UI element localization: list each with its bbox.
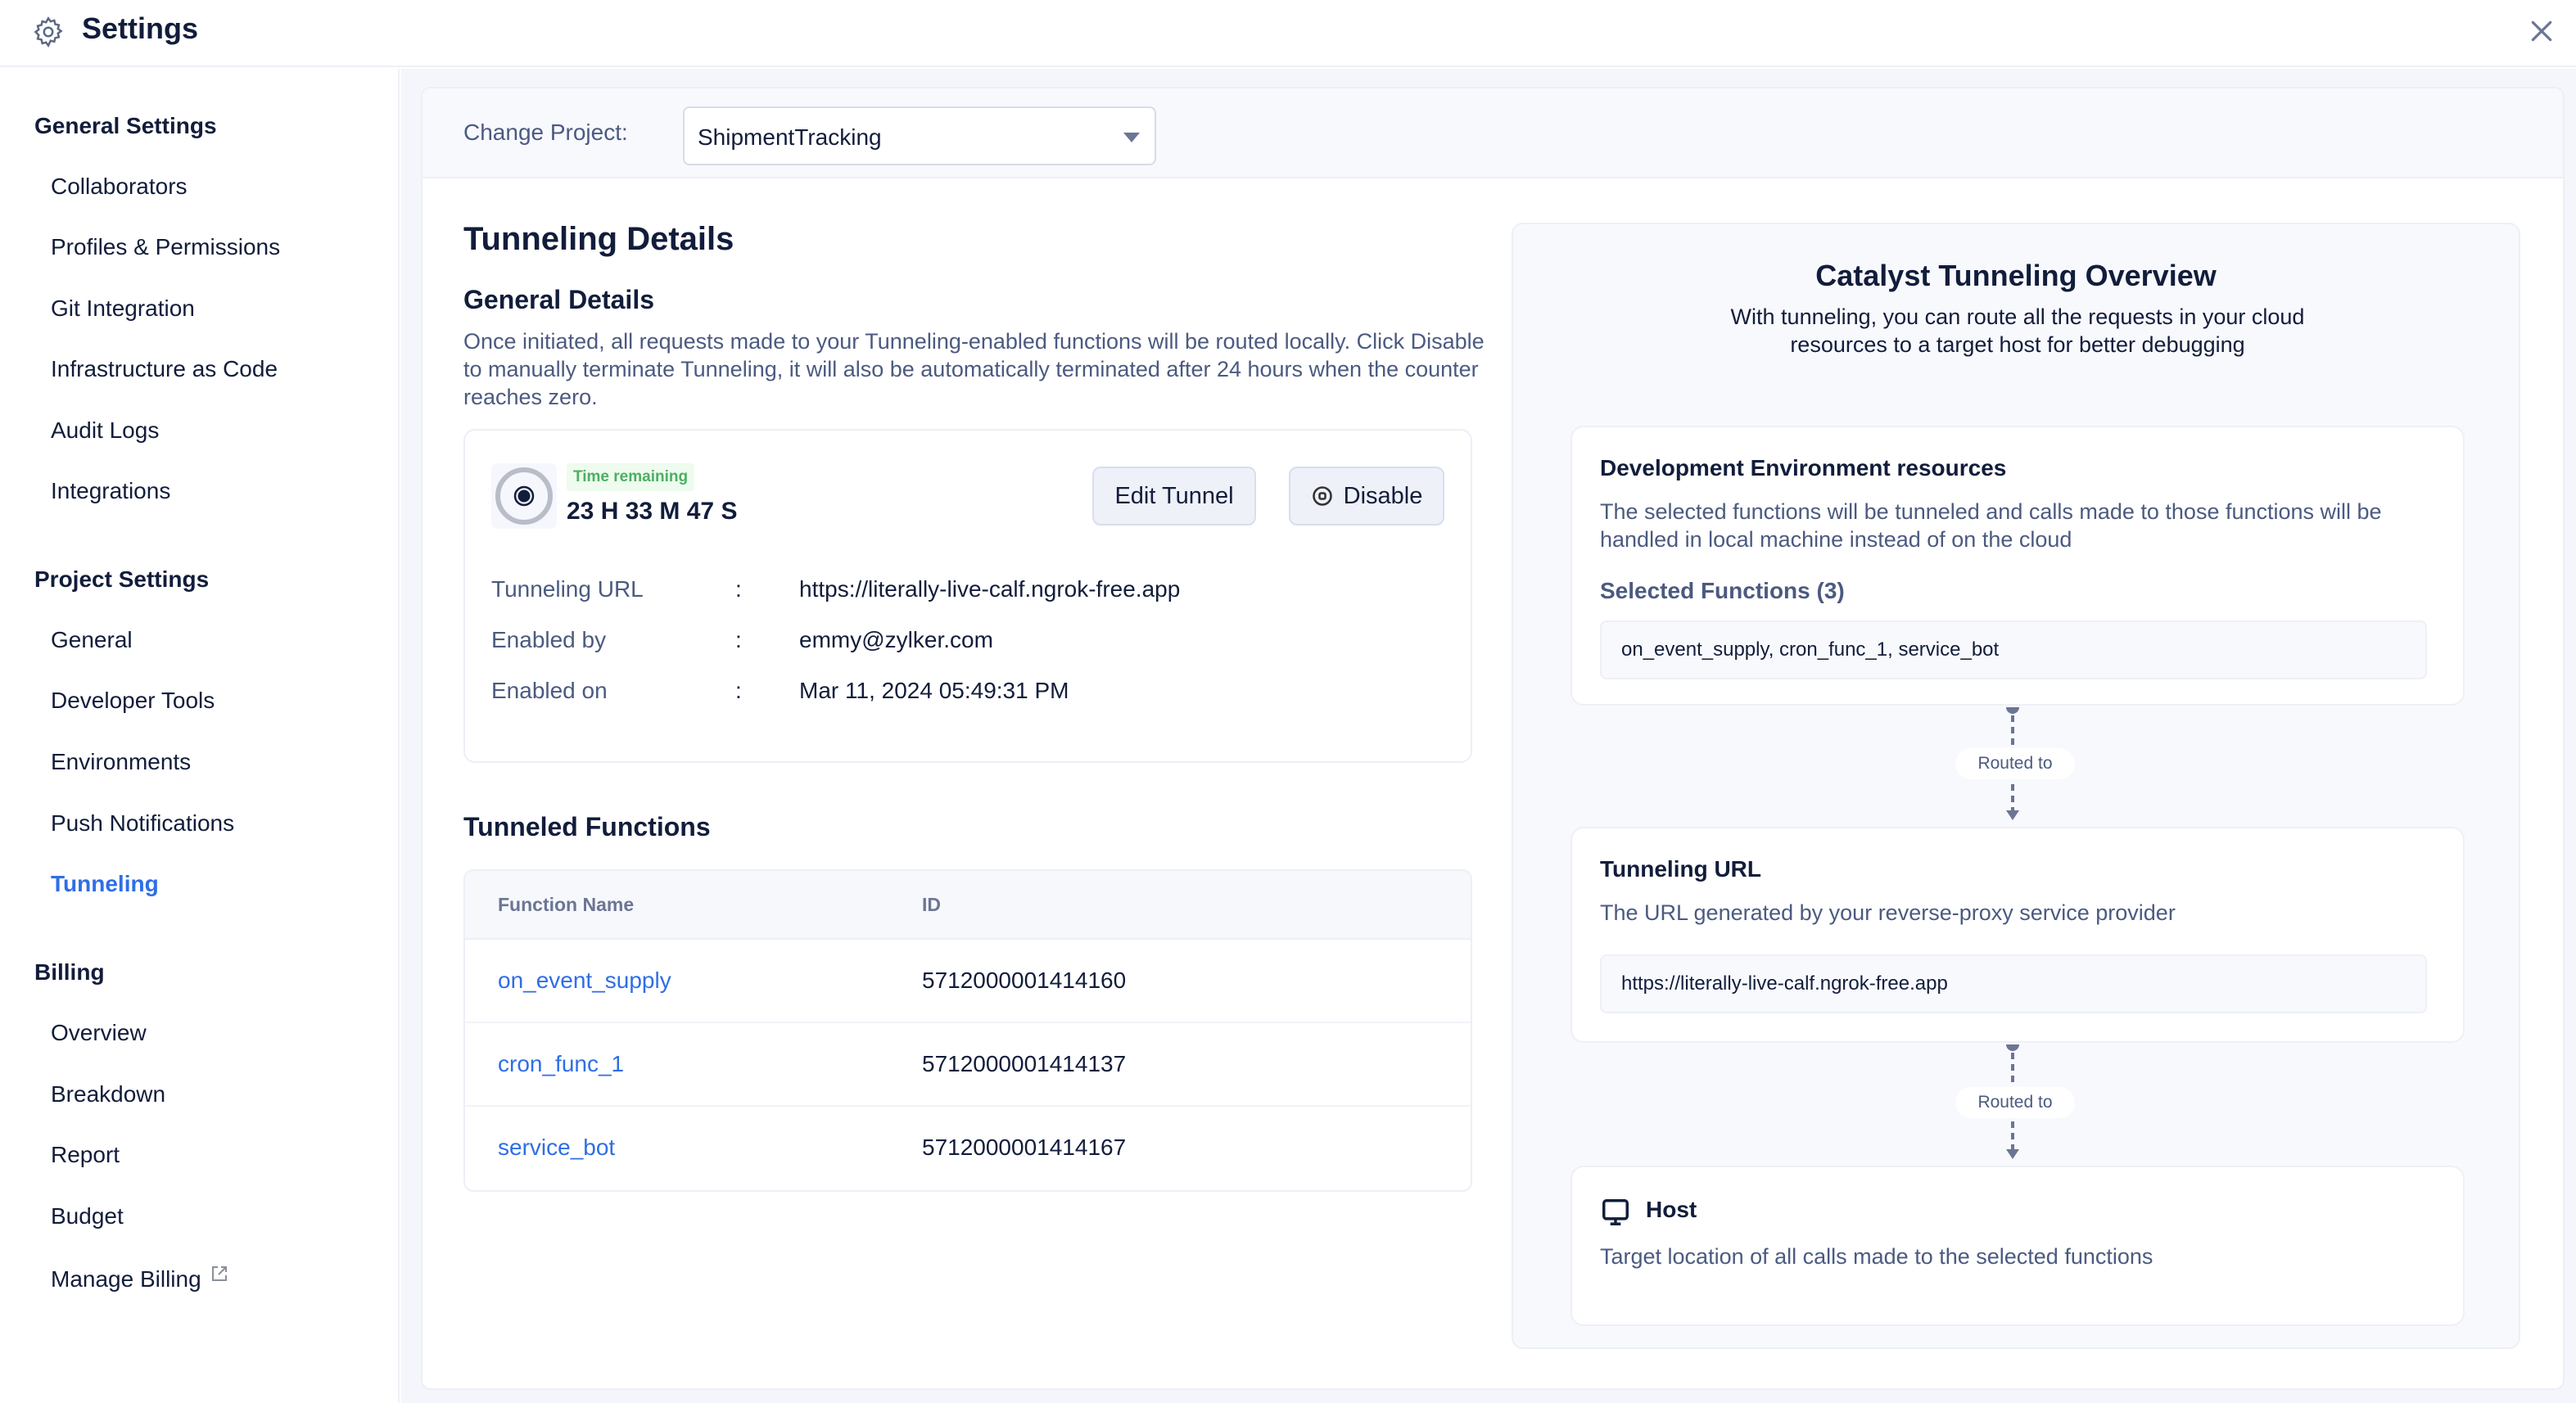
sidebar-item-push-notifications[interactable]: Push Notifications	[51, 810, 234, 837]
sidebar-section-general-settings: General Settings	[34, 113, 217, 138]
table-row: cron_func_1 5712000001414137	[465, 1023, 1471, 1107]
selected-functions-field: on_event_supply, cron_func_1, service_bo…	[1600, 620, 2427, 679]
settings-header: Settings	[0, 0, 2576, 67]
manage-billing-label: Manage Billing	[51, 1266, 201, 1292]
dev-environment-card: Development Environment resources The se…	[1570, 426, 2465, 706]
dev-environment-description: The selected functions will be tunneled …	[1600, 499, 2382, 552]
field-separator: :	[735, 576, 742, 602]
host-title: Host	[1646, 1197, 1697, 1222]
disable-label: Disable	[1343, 482, 1423, 509]
stop-circle-icon	[1312, 486, 1332, 506]
table-row: on_event_supply 5712000001414160	[465, 940, 1471, 1023]
enabled-on-value: Mar 11, 2024 05:49:31 PM	[799, 678, 1069, 703]
function-id: 5712000001414160	[922, 968, 1127, 993]
dev-environment-title: Development Environment resources	[1600, 455, 2007, 480]
tunneled-functions-table: Function Name ID on_event_supply 5712000…	[463, 869, 1472, 1192]
field-separator: :	[735, 627, 742, 652]
column-header-id: ID	[922, 894, 941, 915]
enabled-by-label: Enabled by	[491, 627, 607, 652]
host-description: Target location of all calls made to the…	[1600, 1244, 2153, 1269]
disable-button[interactable]: Disable	[1289, 467, 1444, 526]
routed-to-label: Routed to	[1955, 748, 2075, 779]
table-row: service_bot 5712000001414167	[465, 1107, 1471, 1190]
edit-tunnel-button[interactable]: Edit Tunnel	[1092, 467, 1256, 526]
main-content: Change Project: ShipmentTracking Tunneli…	[401, 69, 2576, 1403]
project-bar: Change Project: ShipmentTracking	[423, 88, 2563, 178]
host-card: Host Target location of all calls made t…	[1570, 1166, 2465, 1326]
selected-functions-text: Selected Functions	[1600, 578, 1810, 603]
tunneling-url-card: Tunneling URL The URL generated by your …	[1570, 827, 2465, 1043]
tunneled-functions-title: Tunneled Functions	[463, 812, 711, 841]
routed-to-label: Routed to	[1955, 1087, 2075, 1118]
sidebar-item-breakdown[interactable]: Breakdown	[51, 1081, 165, 1108]
tunnel-status-card: Time remaining 23 H 33 M 47 S Edit Tunne…	[463, 429, 1472, 763]
tunneling-url-card-title: Tunneling URL	[1600, 856, 1761, 882]
sidebar-item-integrations[interactable]: Integrations	[51, 478, 170, 504]
field-separator: :	[735, 678, 742, 703]
caret-down-icon	[1123, 133, 1140, 142]
sidebar-section-billing: Billing	[34, 959, 105, 985]
tunneling-url-field: https://literally-live-calf.ngrok-free.a…	[1600, 954, 2427, 1013]
overview-subtitle: With tunneling, you can route all the re…	[1730, 305, 2305, 357]
page-title: Settings	[82, 11, 199, 45]
gear-icon	[34, 16, 63, 48]
function-name-link[interactable]: on_event_supply	[498, 968, 671, 994]
sidebar-item-git-integration[interactable]: Git Integration	[51, 295, 195, 322]
monitor-icon	[1602, 1199, 1629, 1225]
timer-icon	[491, 463, 557, 529]
overview-title: Catalyst Tunneling Overview	[1815, 259, 2217, 292]
column-header-function-name: Function Name	[498, 894, 635, 915]
tunneling-details-title: Tunneling Details	[463, 221, 734, 257]
sidebar-item-budget[interactable]: Budget	[51, 1203, 124, 1229]
close-icon[interactable]	[2529, 18, 2555, 44]
tunneling-url-field-value: https://literally-live-calf.ngrok-free.a…	[1621, 972, 1948, 995]
sidebar-item-tunneling[interactable]: Tunneling	[51, 871, 159, 897]
enabled-on-label: Enabled on	[491, 678, 608, 703]
time-remaining-badge: Time remaining	[567, 463, 695, 491]
sidebar-item-audit-logs[interactable]: Audit Logs	[51, 417, 159, 444]
tunneling-panel: Change Project: ShipmentTracking Tunneli…	[421, 87, 2565, 1390]
sidebar-item-collaborators[interactable]: Collaborators	[51, 174, 188, 200]
selected-functions-value: on_event_supply, cron_func_1, service_bo…	[1621, 638, 2000, 661]
general-details-title: General Details	[463, 285, 654, 314]
sidebar-section-project-settings: Project Settings	[34, 566, 210, 592]
project-select[interactable]: ShipmentTracking	[683, 106, 1156, 165]
tunneling-url-card-description: The URL generated by your reverse-proxy …	[1600, 900, 2176, 925]
sidebar-item-billing-overview[interactable]: Overview	[51, 1020, 147, 1046]
sidebar-item-manage-billing[interactable]: Manage Billing	[51, 1264, 229, 1292]
function-name-link[interactable]: cron_func_1	[498, 1051, 624, 1077]
table-header: Function Name ID	[465, 871, 1471, 940]
sidebar-item-general[interactable]: General	[51, 627, 133, 653]
sidebar-item-developer-tools[interactable]: Developer Tools	[51, 688, 215, 714]
sidebar-item-profiles-permissions[interactable]: Profiles & Permissions	[51, 234, 280, 260]
function-name-link[interactable]: service_bot	[498, 1135, 615, 1161]
time-remaining-value: 23 H 33 M 47 S	[567, 498, 738, 525]
tunneling-url-label: Tunneling URL	[491, 576, 644, 602]
selected-functions-count: (3)	[1816, 578, 1845, 603]
function-id: 5712000001414167	[922, 1135, 1127, 1160]
project-select-value: ShipmentTracking	[698, 124, 882, 150]
general-details-description: Once initiated, all requests made to you…	[463, 329, 1485, 409]
selected-functions-label: Selected Functions (3)	[1600, 578, 1845, 604]
enabled-by-value: emmy@zylker.com	[799, 627, 993, 652]
settings-sidebar: General Settings Collaborators Profiles …	[0, 69, 400, 1403]
tunneling-url-value: https://literally-live-calf.ngrok-free.a…	[799, 576, 1181, 602]
sidebar-item-infrastructure-as-code[interactable]: Infrastructure as Code	[51, 356, 278, 382]
sidebar-item-report[interactable]: Report	[51, 1142, 120, 1168]
change-project-label: Change Project:	[463, 120, 628, 145]
sidebar-item-environments[interactable]: Environments	[51, 749, 191, 775]
external-link-icon	[211, 1266, 227, 1281]
function-id: 5712000001414137	[922, 1051, 1127, 1076]
tunneling-overview: Catalyst Tunneling Overview With tunneli…	[1512, 223, 2520, 1349]
